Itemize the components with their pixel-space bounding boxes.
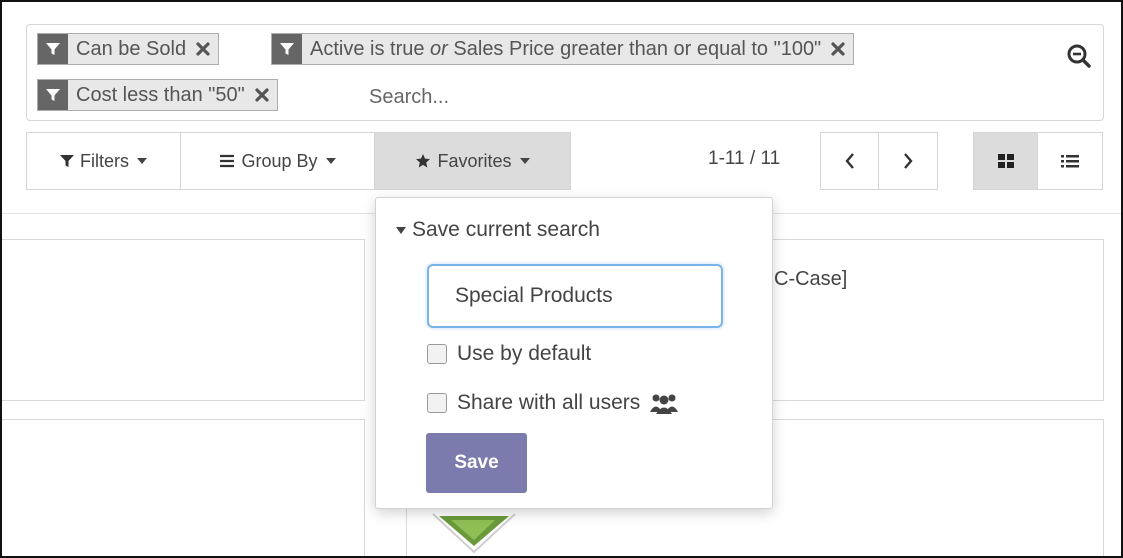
users-icon xyxy=(650,394,679,414)
app-frame: Can be Sold Active is true or Sales Pric… xyxy=(0,0,1123,558)
save-current-search-label: Save current search xyxy=(412,218,600,241)
pager-next-button[interactable] xyxy=(879,132,938,190)
view-switcher xyxy=(973,132,1103,190)
filters-button[interactable]: Filters xyxy=(26,132,181,190)
save-current-search-toggle[interactable]: Save current search xyxy=(396,218,600,242)
use-by-default-checkbox[interactable] xyxy=(427,344,447,364)
favorite-name-input[interactable] xyxy=(427,264,723,328)
share-with-all-users-label: Share with all users xyxy=(457,391,641,414)
pager-buttons xyxy=(820,132,938,190)
facet-active-or-price: Active is true or Sales Price greater th… xyxy=(271,33,855,65)
group-by-button[interactable]: Group By xyxy=(181,132,375,190)
facet-or-word: or xyxy=(430,37,448,60)
remove-facet-icon[interactable] xyxy=(192,34,214,64)
filter-icon xyxy=(272,34,302,64)
share-row: Share with all users xyxy=(427,391,679,415)
facet-label-part-b: Sales Price greater than or equal to "10… xyxy=(453,37,822,60)
chevron-right-icon xyxy=(904,153,913,169)
chevron-left-icon xyxy=(844,153,854,169)
caret-down-icon xyxy=(325,158,336,164)
caret-down-icon xyxy=(396,226,406,234)
bars-icon xyxy=(220,154,235,168)
remove-facet-icon[interactable] xyxy=(251,80,273,110)
facet-label-part-a: Active is true xyxy=(310,37,425,60)
save-favorite-button[interactable]: Save xyxy=(426,433,527,493)
facet-label: Can be Sold xyxy=(76,37,187,60)
kanban-view-button[interactable] xyxy=(973,132,1038,190)
kanban-grid-icon xyxy=(997,154,1014,168)
use-by-default-row: Use by default xyxy=(427,342,591,366)
kanban-card[interactable] xyxy=(2,419,365,556)
group-by-label: Group By xyxy=(241,150,318,171)
card-name-text: C-Case] xyxy=(774,268,848,290)
star-icon xyxy=(416,154,431,168)
list-icon xyxy=(1061,155,1079,168)
caret-down-icon xyxy=(137,158,147,164)
remove-facet-icon[interactable] xyxy=(827,34,849,64)
caret-down-icon xyxy=(519,158,530,164)
filter-icon xyxy=(38,80,68,110)
filter-icon xyxy=(38,34,68,64)
pager-value[interactable]: 1-11 / 11 xyxy=(708,148,780,170)
pager-previous-button[interactable] xyxy=(820,132,879,190)
facet-label: Cost less than "50" xyxy=(76,83,245,106)
kanban-card[interactable] xyxy=(2,239,365,401)
search-bar: Can be Sold Active is true or Sales Pric… xyxy=(26,24,1104,121)
search-input[interactable] xyxy=(369,81,769,113)
favorites-button[interactable]: Favorites xyxy=(375,132,571,190)
facet-label: Active is true or Sales Price greater th… xyxy=(302,38,827,61)
favorites-dropdown: Save current search Use by default Share… xyxy=(375,197,773,509)
favorites-label: Favorites xyxy=(437,150,512,171)
facet-cost: Cost less than "50" xyxy=(37,79,278,111)
product-image xyxy=(432,513,516,554)
search-zoom-out-icon[interactable] xyxy=(1062,39,1096,73)
facet-can-be-sold: Can be Sold xyxy=(37,33,220,65)
use-by-default-label: Use by default xyxy=(457,342,592,365)
search-options-group: Filters Group By Favorites xyxy=(26,132,571,190)
share-with-all-users-checkbox[interactable] xyxy=(427,393,447,413)
filters-label: Filters xyxy=(80,150,129,171)
list-view-button[interactable] xyxy=(1038,132,1103,190)
filter-icon xyxy=(60,155,74,167)
